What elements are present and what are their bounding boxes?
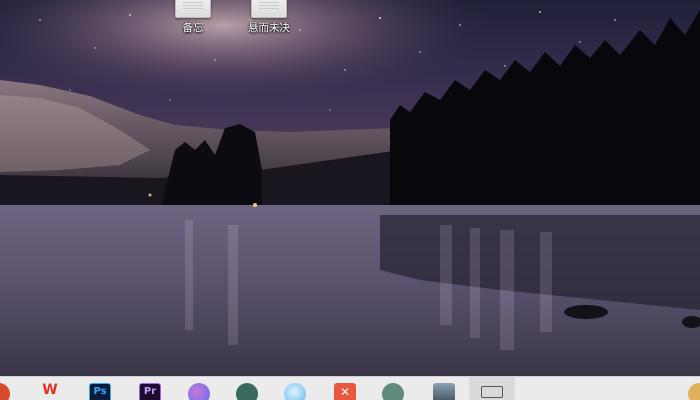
- taskbar: W Ps Pr ✕: [0, 376, 700, 400]
- browser-globe-icon[interactable]: [284, 383, 306, 400]
- partial-app-icon[interactable]: [0, 383, 10, 400]
- messenger-icon[interactable]: [188, 383, 210, 400]
- xmind-icon[interactable]: ✕: [334, 383, 356, 400]
- photoshop-icon[interactable]: Ps: [89, 383, 111, 400]
- desktop[interactable]: 备忘 悬而未决: [0, 0, 700, 376]
- feather-app-icon[interactable]: [236, 383, 258, 400]
- desktop-icon-pending[interactable]: 悬而未决: [234, 0, 304, 44]
- premiere-icon[interactable]: Pr: [139, 383, 161, 400]
- photo-viewer-icon[interactable]: [433, 383, 455, 400]
- desktop-icon-label: 备忘: [182, 22, 204, 34]
- text-file-icon: [175, 0, 211, 18]
- wechat-icon[interactable]: [382, 383, 404, 400]
- wallpaper-image: [0, 0, 700, 376]
- monitor-app-icon[interactable]: [481, 386, 503, 398]
- wps-office-icon[interactable]: W: [39, 383, 61, 400]
- text-file-icon: [251, 0, 287, 18]
- partial-tray-icon[interactable]: [688, 383, 700, 400]
- desktop-icon-label: 悬而未决: [248, 22, 290, 34]
- desktop-icon-memo[interactable]: 备忘: [158, 0, 228, 44]
